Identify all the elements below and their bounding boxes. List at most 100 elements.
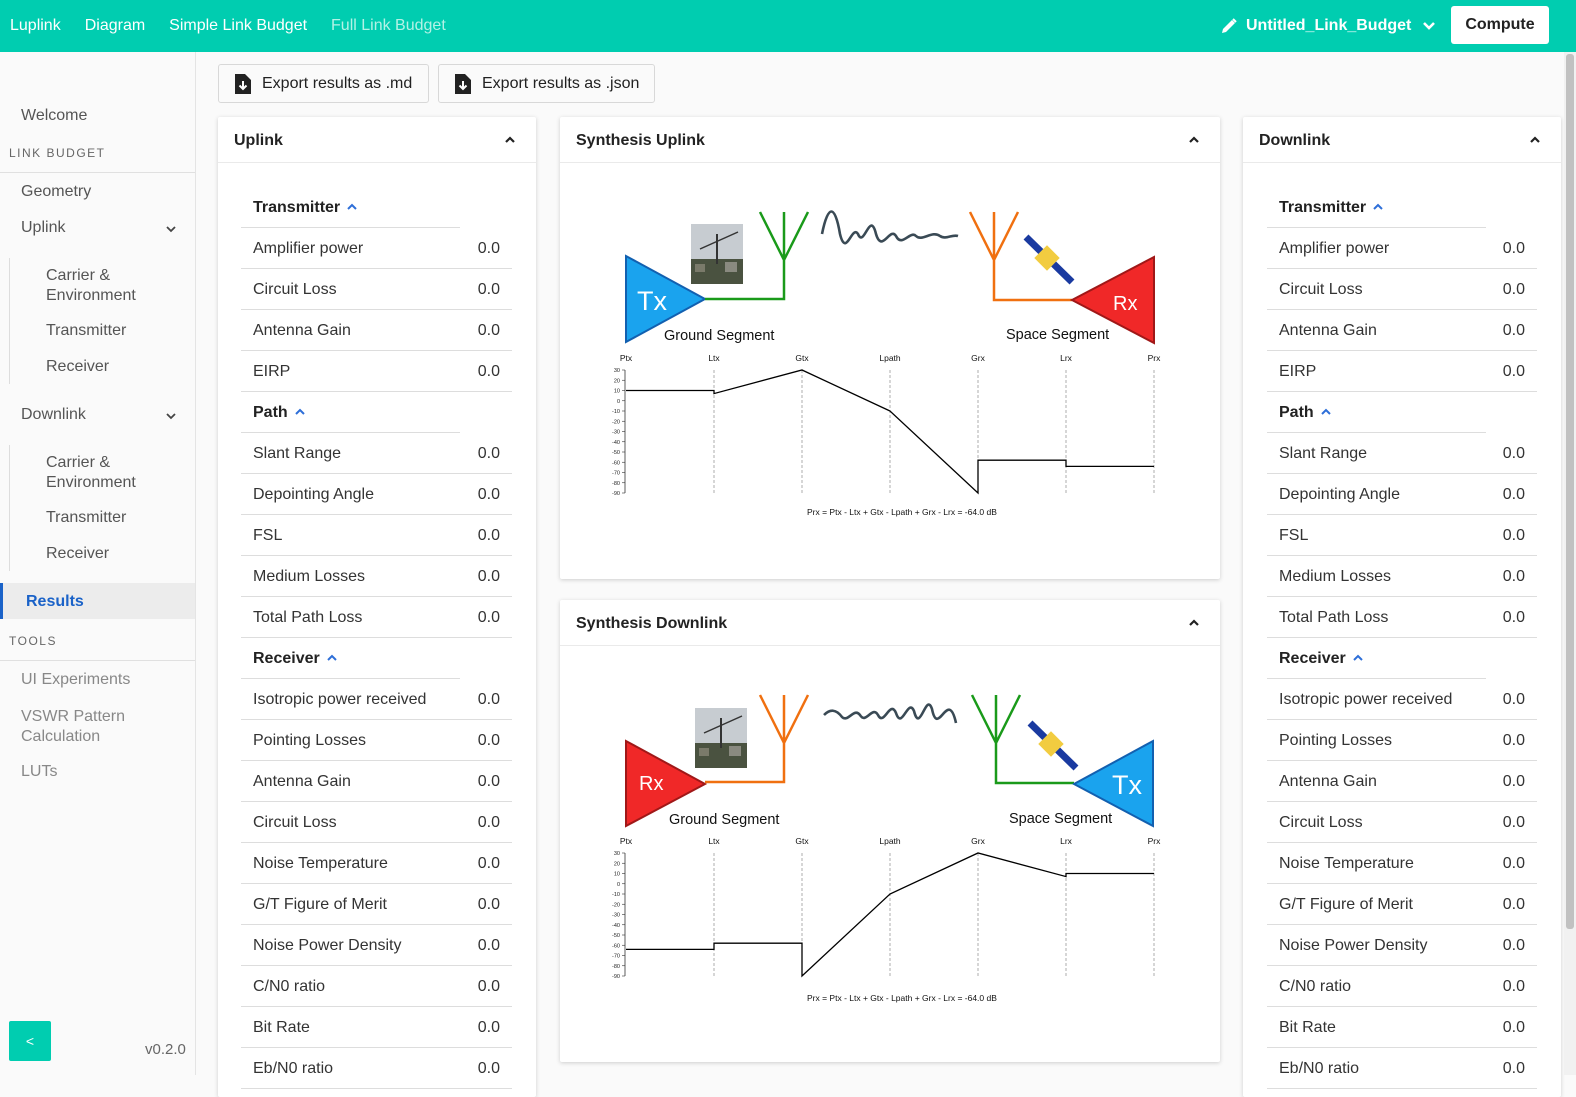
sidebar-item-vswr[interactable]: VSWR Pattern Calculation	[21, 707, 125, 747]
formula-label: Prx = Ptx - Ltx + Gtx - Lpath + Grx - Lr…	[807, 993, 997, 1003]
export-json-button[interactable]: Export results as .json	[438, 64, 655, 103]
chevron-up-icon[interactable]	[1188, 135, 1200, 145]
y-tick-label: -90	[612, 491, 620, 497]
chevron-up-icon[interactable]	[504, 135, 516, 145]
result-row: Antenna Gain 0.0	[241, 310, 512, 351]
section-title: Receiver	[1279, 649, 1346, 667]
export-md-button[interactable]: Export results as .md	[218, 64, 429, 103]
chevron-up-icon[interactable]	[1188, 618, 1200, 628]
transmitter-section-header[interactable]: Transmitter	[241, 187, 512, 228]
result-row: Total Path Loss 0.0	[1267, 597, 1537, 638]
sidebar-item-uplink[interactable]: Uplink	[21, 219, 65, 237]
y-tick-label: -40	[612, 923, 620, 929]
row-label: G/T Figure of Merit	[253, 895, 387, 913]
section-title: Receiver	[253, 649, 320, 667]
tx-block-label: Tx	[1112, 770, 1142, 800]
scrollbar-thumb[interactable]	[1566, 54, 1574, 929]
sidebar-item-downlink-transmitter[interactable]: Transmitter	[46, 509, 126, 527]
result-row: Antenna Gain 0.0	[1267, 310, 1537, 351]
panel-header[interactable]: Synthesis Uplink	[560, 117, 1220, 163]
row-label: Antenna Gain	[1279, 772, 1377, 790]
ground-station-photo	[695, 708, 747, 768]
chevron-up-icon[interactable]	[1320, 407, 1332, 417]
x-tick-label: Grx	[971, 836, 985, 846]
result-row: Medium Losses 0.0	[1267, 556, 1537, 597]
row-label: Bit Rate	[253, 1018, 310, 1036]
rx-block-label: Rx	[639, 773, 663, 795]
result-row: Noise Power Density 0.0	[241, 925, 512, 966]
panel-title: Downlink	[1259, 132, 1331, 149]
sidebar-item-welcome[interactable]: Welcome	[21, 107, 87, 125]
y-tick-label: -50	[612, 450, 620, 456]
sidebar-item-downlink[interactable]: Downlink	[21, 406, 86, 424]
sidebar-item-downlink-receiver[interactable]: Receiver	[46, 545, 109, 563]
chevron-down-icon	[1423, 22, 1436, 30]
result-row: Medium Losses 0.0	[241, 556, 512, 597]
chevron-up-icon[interactable]	[294, 407, 306, 417]
result-row: Noise Temperature 0.0	[241, 843, 512, 884]
row-value: 0.0	[1502, 444, 1525, 462]
row-value: 0.0	[477, 567, 500, 585]
row-label: Circuit Loss	[253, 813, 337, 831]
transmitter-section-header[interactable]: Transmitter	[1267, 187, 1537, 228]
downlink-diagram: Rx Tx Ground Segment Space Segment Ptx Lt…	[612, 694, 1161, 1003]
result-row: Amplifier power 0.0	[1267, 228, 1537, 269]
row-label: Noise Power Density	[1279, 936, 1428, 954]
compute-button[interactable]: Compute	[1451, 6, 1549, 44]
row-label: FSL	[253, 526, 283, 544]
sidebar-item-ui-experiments[interactable]: UI Experiments	[21, 671, 130, 689]
result-row: Antenna Gain 0.0	[1267, 761, 1537, 802]
collapse-sidebar-button[interactable]: <	[9, 1021, 51, 1061]
space-segment-label: Space Segment	[1009, 811, 1112, 827]
nav-diagram[interactable]: Diagram	[85, 17, 145, 35]
result-row: Eb/N0 ratio 0.0	[1267, 1048, 1537, 1089]
brand-link[interactable]: Luplink	[10, 17, 61, 35]
result-row: FSL 0.0	[241, 515, 512, 556]
chevron-up-icon[interactable]	[346, 202, 358, 212]
chevron-up-icon[interactable]	[1529, 135, 1541, 145]
x-tick-label: Ptx	[620, 353, 633, 363]
row-label: C/N0 ratio	[253, 977, 326, 995]
satellite-icon	[1023, 234, 1075, 285]
panel-header[interactable]: Uplink	[218, 117, 536, 163]
nav-simple-link-budget[interactable]: Simple Link Budget	[169, 17, 307, 35]
result-row: EIRP 0.0	[1267, 351, 1537, 392]
nav-full-link-budget[interactable]: Full Link Budget	[331, 17, 446, 35]
row-value: 0.0	[477, 608, 500, 626]
sidebar-item-uplink-receiver[interactable]: Receiver	[46, 358, 109, 376]
panel-header[interactable]: Downlink	[1243, 117, 1561, 163]
sidebar-item-uplink-transmitter[interactable]: Transmitter	[46, 322, 126, 340]
y-tick-label: -90	[612, 974, 620, 980]
result-row: Antenna Gain 0.0	[241, 761, 512, 802]
chevron-down-icon[interactable]	[166, 411, 176, 421]
chevron-up-icon[interactable]	[1372, 202, 1384, 212]
chevron-up-icon[interactable]	[326, 653, 338, 663]
panel-header[interactable]: Synthesis Downlink	[560, 600, 1220, 646]
chevron-up-icon[interactable]	[1352, 653, 1364, 663]
sidebar-item-luts[interactable]: LUTs	[21, 763, 57, 781]
rx-block-label: Rx	[1113, 293, 1137, 315]
export-json-label: Export results as .json	[482, 74, 640, 92]
result-row: Circuit Loss 0.0	[241, 269, 512, 310]
y-tick-label: 20	[614, 378, 620, 384]
export-md-label: Export results as .md	[262, 74, 413, 92]
y-tick-label: -70	[612, 471, 620, 477]
receiver-section-header[interactable]: Receiver	[1267, 638, 1537, 679]
row-value: 0.0	[477, 526, 500, 544]
row-value: 0.0	[1502, 1018, 1525, 1036]
path-section-header[interactable]: Path	[1267, 392, 1537, 433]
project-selector[interactable]: Untitled_Link_Budget	[1220, 0, 1445, 52]
ground-segment-label: Ground Segment	[664, 328, 774, 344]
sidebar-item-geometry[interactable]: Geometry	[21, 183, 91, 201]
result-row: Slant Range 0.0	[241, 433, 512, 474]
row-label: Amplifier power	[253, 239, 364, 257]
sidebar-item-uplink-carrier[interactable]: Carrier & Environment	[46, 266, 136, 306]
row-label: Medium Losses	[1279, 567, 1392, 585]
chevron-down-icon[interactable]	[166, 224, 176, 234]
ground-segment-label: Ground Segment	[669, 812, 779, 828]
path-section-header[interactable]: Path	[241, 392, 512, 433]
receiver-section-header[interactable]: Receiver	[241, 638, 512, 679]
row-value: 0.0	[1502, 321, 1525, 339]
sidebar-item-downlink-carrier[interactable]: Carrier & Environment	[46, 453, 136, 493]
sidebar-item-results[interactable]: Results	[26, 593, 84, 611]
